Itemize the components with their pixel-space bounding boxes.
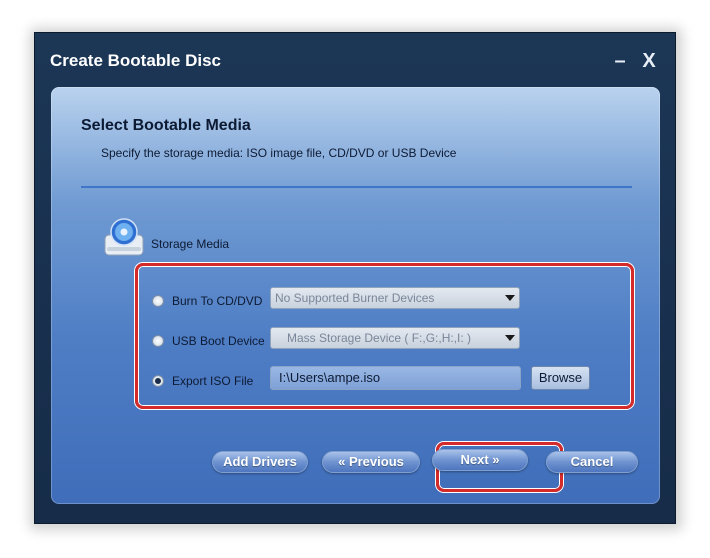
burn-cd-dvd-radio[interactable] [152, 295, 164, 307]
chevron-down-icon [505, 335, 515, 341]
export-iso-radio[interactable] [152, 375, 164, 387]
burner-device-select[interactable]: No Supported Burner Devices [270, 287, 520, 309]
content-panel: Select Bootable Media Specify the storag… [51, 87, 660, 504]
minimize-button[interactable]: – [609, 49, 631, 73]
window-title: Create Bootable Disc [50, 51, 221, 70]
page-title: Select Bootable Media [81, 117, 251, 134]
iso-path-input[interactable]: I:\Users\ampe.iso [270, 366, 521, 390]
usb-device-select[interactable]: Mass Storage Device ( F:,G:,H:,I: ) [270, 327, 520, 349]
header-divider [81, 186, 632, 188]
previous-button[interactable]: « Previous [322, 451, 420, 473]
disc-icon [104, 218, 144, 256]
chevron-down-icon [505, 295, 515, 301]
usb-device-value: Mass Storage Device ( F:,G:,H:,I: ) [287, 331, 472, 345]
create-bootable-disc-window: Create Bootable Disc – X Select Bootable… [34, 32, 676, 524]
export-iso-label: Export ISO File [172, 374, 254, 388]
burn-cd-dvd-label: Burn To CD/DVD [172, 294, 263, 308]
burner-device-value: No Supported Burner Devices [275, 291, 435, 305]
cancel-button[interactable]: Cancel [546, 451, 638, 473]
page-subtitle: Specify the storage media: ISO image fil… [101, 146, 457, 160]
usb-boot-device-label: USB Boot Device [172, 334, 265, 348]
browse-button[interactable]: Browse [531, 366, 590, 390]
close-button[interactable]: X [638, 49, 660, 73]
next-button[interactable]: Next » [432, 449, 528, 471]
add-drivers-button[interactable]: Add Drivers [212, 451, 308, 473]
storage-media-label: Storage Media [151, 237, 230, 251]
usb-boot-device-radio[interactable] [152, 335, 164, 347]
